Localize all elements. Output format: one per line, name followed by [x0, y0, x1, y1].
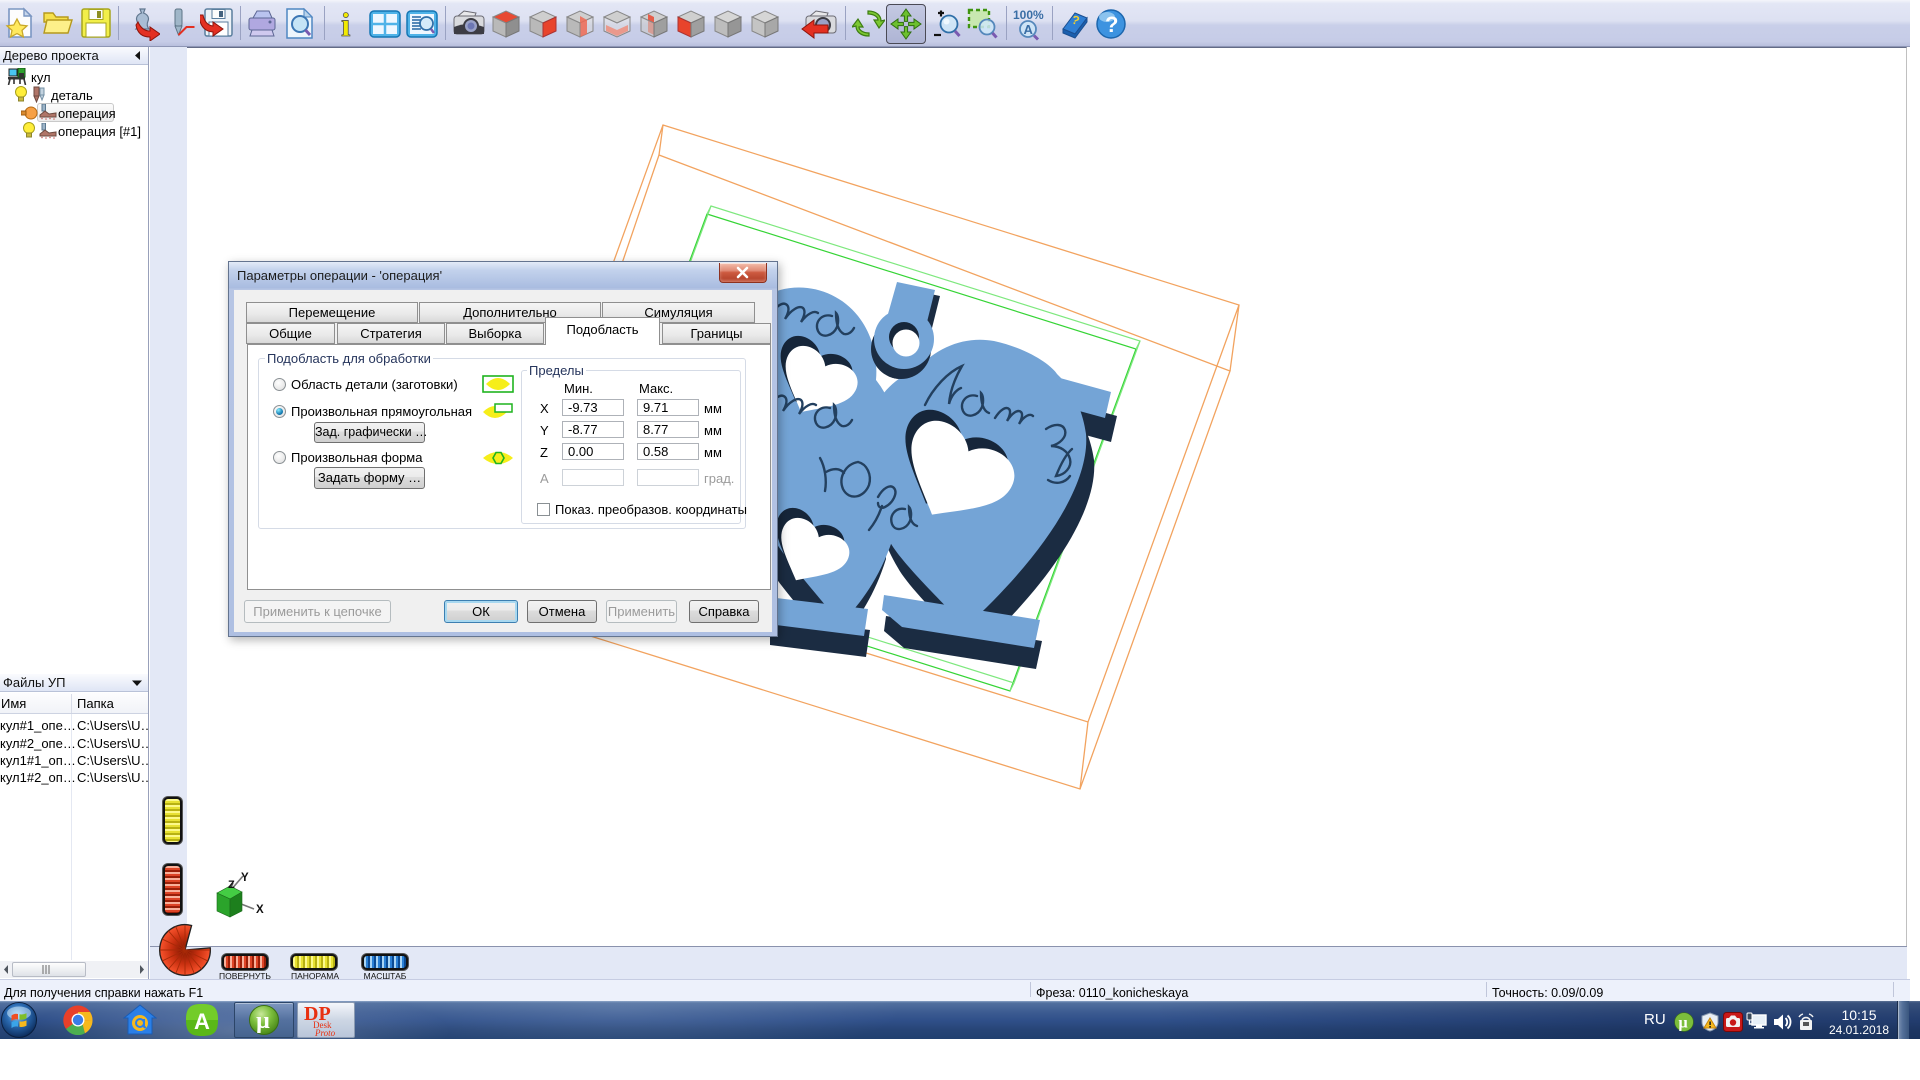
- svg-text:µ: µ: [1678, 1014, 1688, 1032]
- svg-text:µ: µ: [256, 1008, 270, 1034]
- svg-text:i: i: [341, 7, 350, 41]
- svg-text:100%: 100%: [1013, 8, 1044, 22]
- svg-text:?: ?: [1105, 12, 1118, 37]
- svg-text:A: A: [1024, 22, 1034, 37]
- svg-text:A: A: [194, 1009, 210, 1034]
- svg-text:Proto: Proto: [314, 1028, 336, 1037]
